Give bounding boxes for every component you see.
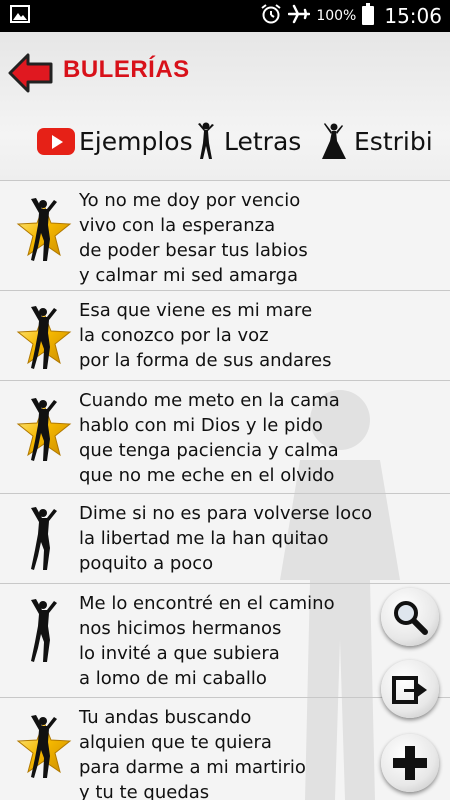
lyric-text: Cuando me meto en la cama hablo con mi Di… <box>79 390 340 486</box>
list-item[interactable]: Esa que viene es mi mare la conozco por l… <box>0 290 450 380</box>
list-item[interactable]: Yo no me doy por vencio vivo con la esper… <box>0 180 450 290</box>
lyric-text: Tu andas buscando alquien que te quiera pa… <box>79 707 306 800</box>
tab-estribillos[interactable]: Estribi <box>320 118 433 164</box>
dancer-star-icon <box>17 198 71 261</box>
add-icon <box>393 746 427 780</box>
lyrics-list[interactable]: Yo no me doy por vencio vivo con la esper… <box>0 180 450 800</box>
dancer-star-icon <box>17 398 71 461</box>
back-arrow-icon <box>8 53 53 93</box>
status-bar: 100% 15:06 <box>0 0 450 32</box>
dancer-icon <box>31 599 57 662</box>
alarm-icon <box>260 3 282 29</box>
lyric-text: Me lo encontré en el camino nos hicimos h… <box>79 593 335 689</box>
lyric-text: Esa que viene es mi mare la conozco por l… <box>79 300 332 371</box>
tab-label: Estribi <box>354 126 433 156</box>
airplane-icon <box>288 4 311 28</box>
page-title: BULERÍAS <box>63 56 190 83</box>
dancer-star-icon <box>17 715 71 778</box>
flamenco-dancer-icon <box>322 123 346 159</box>
lyric-text: Yo no me doy por vencio vivo con la esper… <box>79 190 308 286</box>
image-icon <box>10 5 30 27</box>
share-icon <box>392 676 427 704</box>
list-item[interactable]: Tu andas buscando alquien que te quiera pa… <box>0 697 450 800</box>
battery-icon <box>362 3 375 29</box>
tab-label: Ejemplos <box>79 126 193 156</box>
dancer-icon <box>198 122 214 159</box>
lyric-text: Dime si no es para volverse loco la liber… <box>79 503 373 574</box>
add-button[interactable] <box>381 734 439 792</box>
list-item[interactable]: Dime si no es para volverse loco la liber… <box>0 493 450 583</box>
header: BULERÍAS Ejemplos Letras Estribi <box>0 32 450 180</box>
tab-letras[interactable]: Letras <box>194 118 301 164</box>
clock: 15:06 <box>384 4 442 28</box>
dancer-icon <box>31 507 57 570</box>
list-item[interactable]: Cuando me meto en la cama hablo con mi Di… <box>0 380 450 493</box>
share-button[interactable] <box>381 660 439 718</box>
battery-percent: 100% <box>316 8 357 24</box>
dancer-star-icon <box>17 306 71 369</box>
search-button[interactable] <box>381 588 439 646</box>
back-button[interactable] <box>8 52 54 94</box>
tab-bar: Ejemplos Letras Estribi <box>0 118 450 164</box>
tab-label: Letras <box>224 126 302 156</box>
youtube-icon <box>37 127 75 155</box>
tab-ejemplos[interactable]: Ejemplos <box>37 118 193 164</box>
search-icon <box>394 601 428 635</box>
